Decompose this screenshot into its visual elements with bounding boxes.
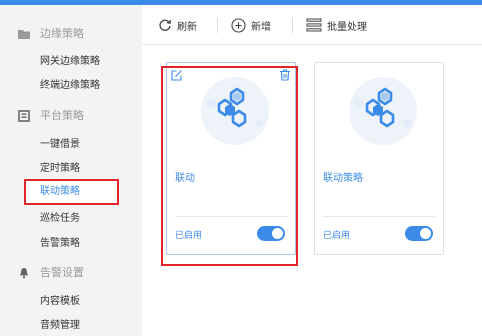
- batch-process-button[interactable]: 批量处理: [306, 16, 367, 34]
- policy-card-divider: [323, 216, 435, 217]
- toolbar-divider: [292, 18, 293, 33]
- policy-card[interactable]: 联动策略 已启用: [314, 62, 444, 255]
- sidebar-item-linkage-policy[interactable]: 联动策略: [24, 179, 119, 205]
- policy-enable-toggle[interactable]: [405, 226, 433, 241]
- sidebar-item-content-template[interactable]: 内容模板: [0, 292, 142, 312]
- sidebar-item-alarm-policy[interactable]: 告警策略: [0, 234, 142, 254]
- sidebar-item-scheduled-policy[interactable]: 定时策略: [0, 159, 142, 179]
- sidebar-item-label: 网关边缘策略: [40, 56, 100, 67]
- sidebar-item-terminal-edge-policy[interactable]: 终端边缘策略: [0, 76, 142, 96]
- add-button[interactable]: 新增: [231, 16, 271, 34]
- toolbar: 刷新 新增 批量处理: [142, 5, 482, 45]
- document-icon: [18, 110, 30, 122]
- sidebar-item-label: 终端边缘策略: [40, 80, 100, 91]
- sidebar-group-alarm-settings[interactable]: 告警设置: [0, 258, 142, 288]
- bell-icon: [20, 268, 28, 279]
- sidebar-item-label: 联动策略: [40, 186, 80, 197]
- sidebar-group-label: 边缘策略: [40, 28, 84, 40]
- add-circle-icon: [231, 17, 246, 33]
- toolbar-divider: [217, 18, 218, 33]
- sidebar: 边缘策略 网关边缘策略 终端边缘策略 平台策略 一键借景 定时策略 联动策略 巡…: [0, 5, 142, 336]
- policy-card-illustration: [349, 77, 417, 145]
- sidebar-item-label: 巡检任务: [40, 213, 80, 224]
- selection-highlight: [161, 66, 298, 266]
- sidebar-item-label: 告警策略: [40, 238, 80, 249]
- batch-process-label: 批量处理: [327, 21, 367, 33]
- sidebar-group-edge-policy[interactable]: 边缘策略: [0, 19, 142, 49]
- refresh-icon: [159, 19, 171, 31]
- sidebar-item-inspection-task[interactable]: 巡检任务: [0, 209, 142, 229]
- sidebar-item-audio-management[interactable]: 音频管理: [0, 316, 142, 336]
- sidebar-item-gateway-edge-policy[interactable]: 网关边缘策略: [0, 52, 142, 72]
- toggle-knob: [420, 228, 431, 239]
- add-label: 新增: [251, 21, 271, 33]
- sidebar-item-label: 音频管理: [40, 320, 80, 331]
- refresh-label: 刷新: [177, 21, 197, 33]
- policy-card-title: 联动策略: [323, 173, 363, 184]
- sidebar-group-platform-policy[interactable]: 平台策略: [0, 101, 142, 131]
- sidebar-item-label: 一键借景: [40, 139, 80, 150]
- policy-card-status: 已启用: [323, 230, 351, 240]
- sidebar-group-label: 平台策略: [40, 110, 84, 122]
- sidebar-group-label: 告警设置: [40, 267, 84, 279]
- sidebar-item-label: 定时策略: [40, 163, 80, 174]
- folder-icon: [18, 30, 30, 39]
- sidebar-item-label: 内容模板: [40, 296, 80, 307]
- list-icon: [306, 18, 322, 32]
- sidebar-item-one-click-scene[interactable]: 一键借景: [0, 135, 142, 155]
- refresh-button[interactable]: 刷新: [158, 16, 197, 34]
